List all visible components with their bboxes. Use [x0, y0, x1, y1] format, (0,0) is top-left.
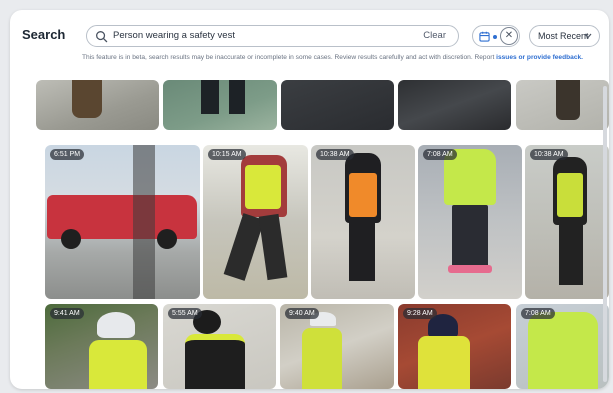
person-figure [229, 80, 245, 114]
result-thumbnail[interactable]: 7:08 AM [418, 145, 522, 299]
result-thumbnail[interactable] [36, 80, 159, 130]
person-legs [559, 225, 583, 285]
sort-dropdown[interactable]: Most Recent [529, 25, 600, 47]
timestamp-badge: 9:41 AM [50, 308, 84, 319]
sort-selected-value: Most Recent [538, 31, 589, 41]
close-icon[interactable]: ✕ [500, 27, 518, 45]
page-title: Search [22, 27, 66, 42]
search-icon [96, 31, 108, 43]
timestamp-badge: 7:08 AM [521, 308, 555, 319]
result-thumbnail[interactable] [163, 80, 277, 130]
timestamp-badge: 10:15 AM [208, 149, 246, 160]
result-thumbnail[interactable]: 10:38 AM [525, 145, 609, 299]
result-thumbnail[interactable]: 5:55 AM [163, 304, 276, 389]
result-thumbnail[interactable]: 6:51 PM [45, 145, 200, 299]
thumbnail-image [281, 80, 394, 130]
safety-vest [557, 173, 583, 217]
safety-vest [418, 336, 470, 389]
safety-vest [302, 328, 342, 389]
search-panel: Search Person wearing a safety vest Clea… [10, 10, 609, 389]
result-thumbnail[interactable]: 10:15 AM [203, 145, 308, 299]
timestamp-badge: 9:40 AM [285, 308, 319, 319]
person-figure [201, 80, 219, 114]
search-header: Search Person wearing a safety vest Clea… [10, 10, 609, 80]
beta-notice: This feature is in beta, search results … [82, 54, 583, 61]
door-frame [133, 145, 155, 299]
timestamp-badge: 10:38 AM [530, 149, 568, 160]
result-thumbnail[interactable] [281, 80, 394, 130]
chevron-down-icon [584, 33, 592, 39]
search-input[interactable]: Person wearing a safety vest Clear [86, 25, 459, 47]
result-thumbnail[interactable]: 9:41 AM [45, 304, 158, 389]
result-thumbnail[interactable]: 9:28 AM [398, 304, 511, 389]
timestamp-badge: 7:08 AM [423, 149, 457, 160]
gallery-scrollbar[interactable] [603, 86, 607, 382]
result-thumbnail[interactable] [398, 80, 511, 130]
safety-vest [349, 173, 377, 217]
thumbnail-image [398, 80, 511, 130]
person-legs [349, 223, 375, 281]
date-filter-chip[interactable]: ✕ [472, 25, 520, 47]
beta-notice-text: This feature is in beta, search results … [82, 54, 495, 61]
search-query[interactable]: Person wearing a safety vest [113, 30, 235, 41]
person-figure [72, 80, 102, 118]
filter-active-dot [493, 35, 497, 39]
safety-vest [185, 334, 245, 389]
results-gallery: 6:51 PM 10:15 AM 10:38 AM 7:08 AM 10:38 … [10, 80, 609, 389]
timestamp-badge: 5:55 AM [168, 308, 202, 319]
truck-wheel [157, 229, 177, 249]
result-thumbnail[interactable] [516, 80, 609, 130]
hard-hat [97, 312, 135, 338]
person-figure [556, 80, 580, 120]
person-shoes [448, 265, 492, 273]
person-legs [452, 205, 488, 267]
result-thumbnail[interactable]: 9:40 AM [280, 304, 394, 389]
thumbnail-image [163, 80, 277, 130]
truck-wheel [61, 229, 81, 249]
result-thumbnail[interactable]: 10:38 AM [311, 145, 415, 299]
timestamp-badge: 6:51 PM [50, 149, 85, 160]
safety-vest [245, 165, 281, 209]
feedback-link[interactable]: issues or provide feedback. [496, 54, 583, 61]
timestamp-badge: 9:28 AM [403, 308, 437, 319]
person-figure [528, 312, 598, 389]
result-thumbnail[interactable]: 7:08 AM [516, 304, 609, 389]
safety-vest [89, 340, 147, 389]
timestamp-badge: 10:38 AM [316, 149, 354, 160]
clear-button[interactable]: Clear [423, 30, 446, 41]
calendar-icon[interactable] [479, 31, 490, 42]
